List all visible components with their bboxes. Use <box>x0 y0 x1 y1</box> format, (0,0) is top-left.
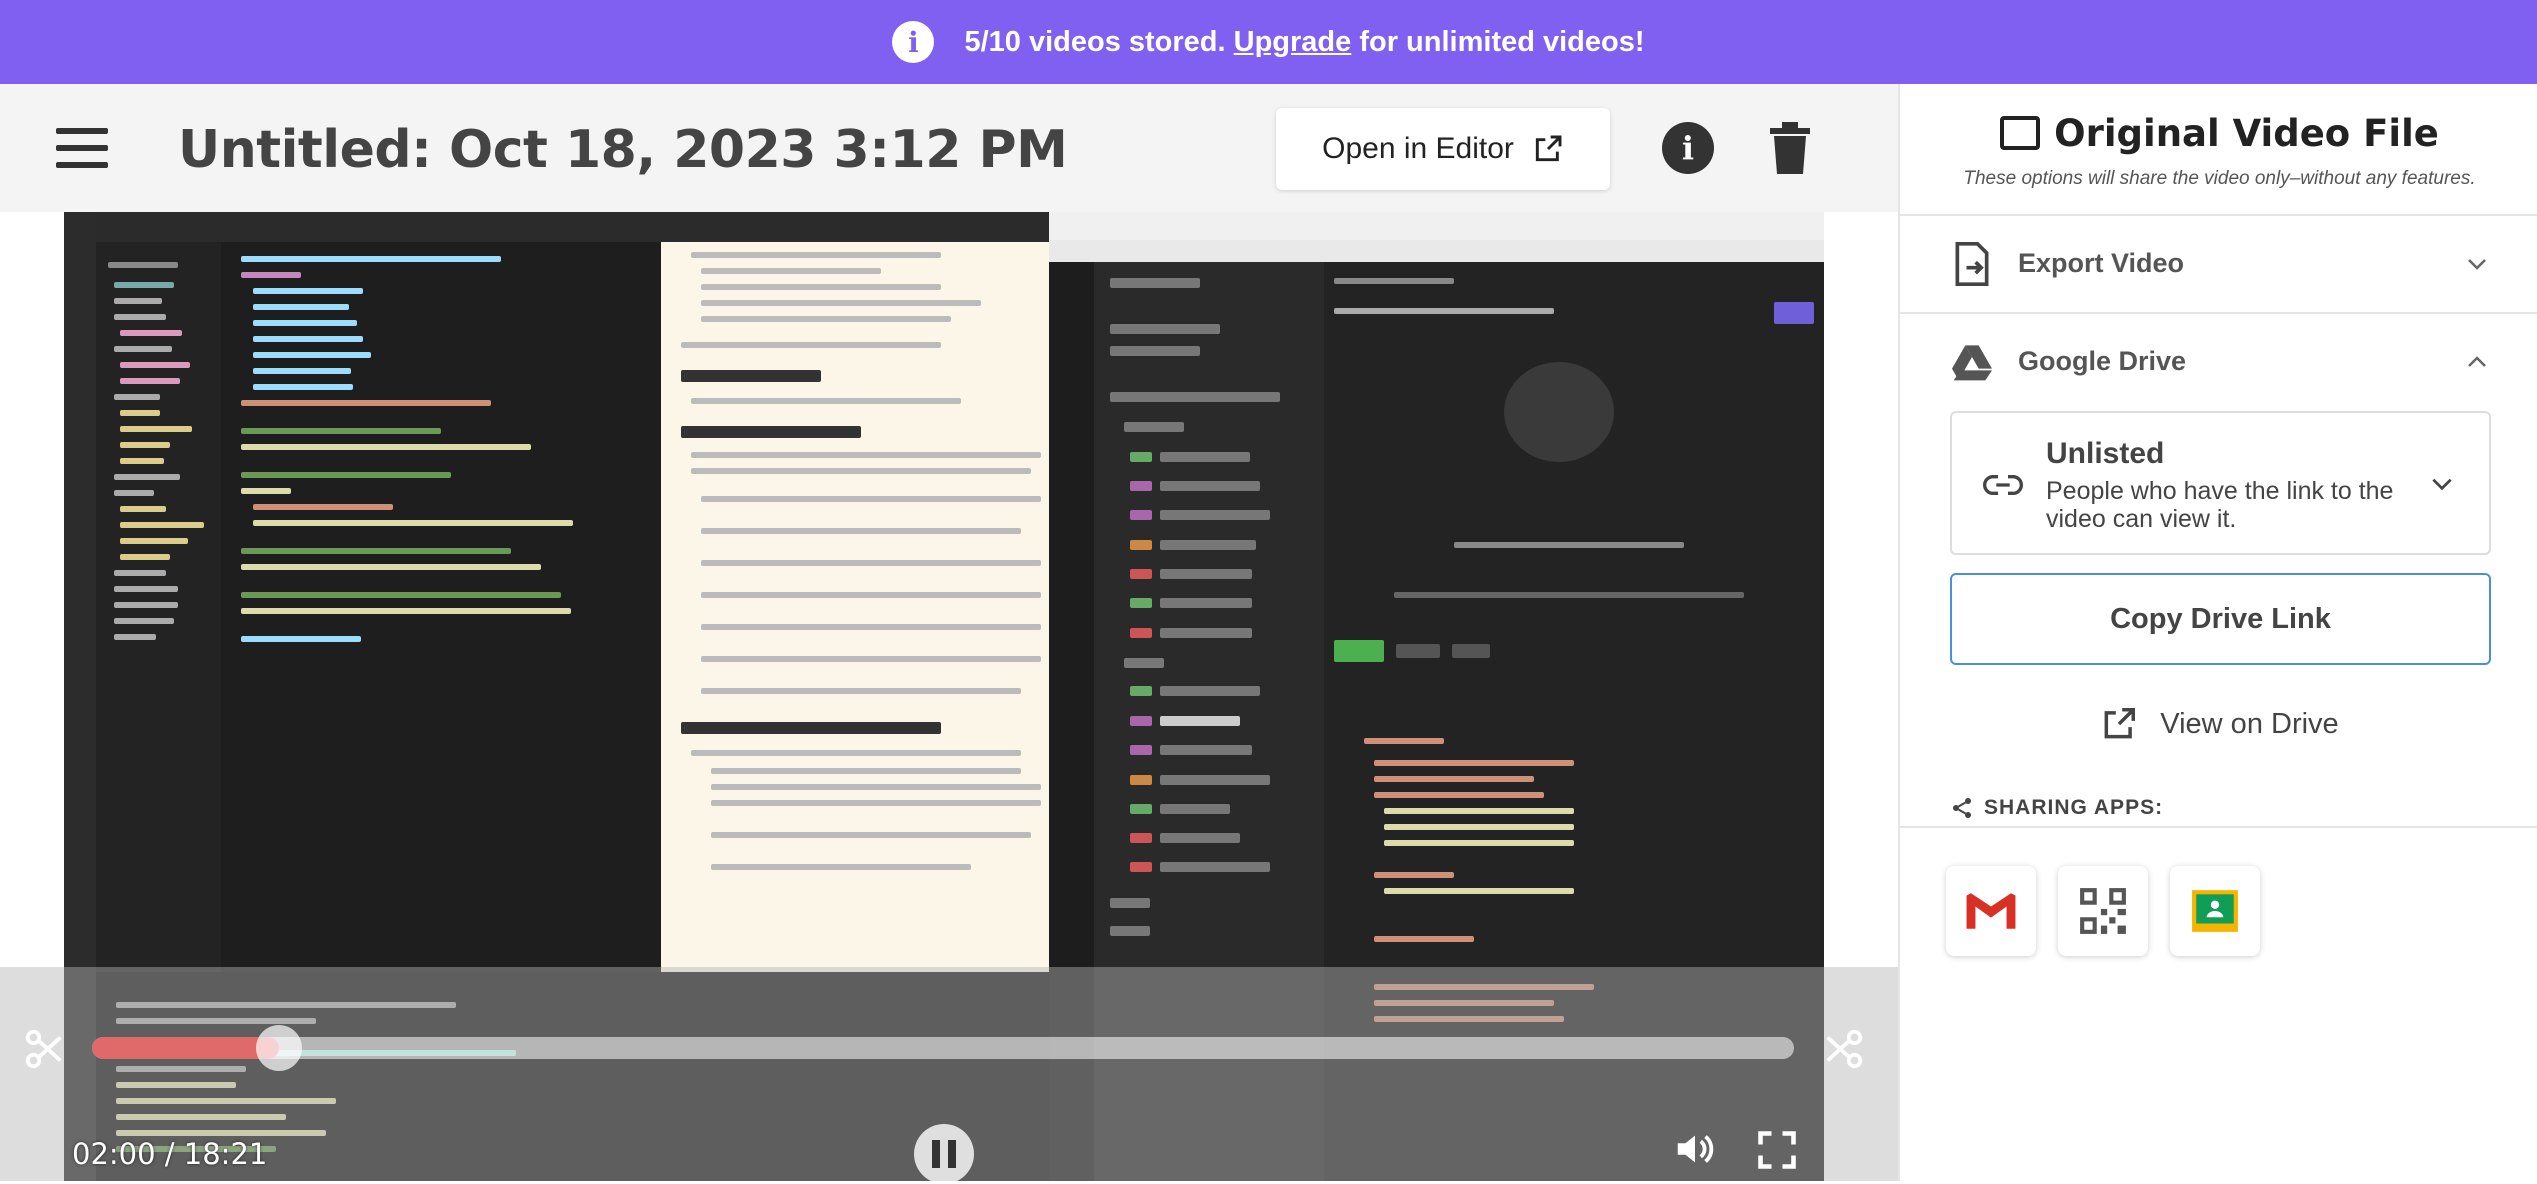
external-link-icon <box>1535 135 1562 162</box>
visibility-select[interactable]: Unlisted People who have the link to the… <box>1950 411 2491 555</box>
upgrade-link[interactable]: Upgrade <box>1234 26 1352 58</box>
timeline-played <box>92 1037 280 1059</box>
open-in-editor-button[interactable]: Open in Editor <box>1276 108 1610 190</box>
export-video-row[interactable]: Export Video <box>1900 214 2537 312</box>
chevron-down-icon <box>2432 478 2452 491</box>
video-header: Untitled: Oct 18, 2023 3:12 PM Open in E… <box>0 84 1898 212</box>
trash-icon[interactable] <box>1770 122 1810 174</box>
copy-drive-link-button[interactable]: Copy Drive Link <box>1950 573 2491 665</box>
gmail-icon <box>1966 893 2016 929</box>
banner-suffix: for unlimited videos! <box>1359 25 1645 58</box>
playback-time: 02:00 / 18:21 <box>72 1137 268 1171</box>
instructions-preview <box>661 242 1049 1042</box>
chevron-up-icon <box>2468 356 2486 367</box>
volume-icon[interactable] <box>1670 1126 1720 1172</box>
chevron-down-icon <box>2468 259 2486 270</box>
video-timeline[interactable] <box>92 1025 1794 1071</box>
banner-prefix: 5/10 videos stored. <box>964 25 1226 58</box>
qr-code-share-button[interactable] <box>2058 866 2148 956</box>
visibility-description: People who have the link to the video ca… <box>2046 477 2394 533</box>
sidebar-note: These options will share the video only–… <box>1963 168 2476 189</box>
menu-icon[interactable] <box>56 128 108 168</box>
video-info-icon[interactable]: i <box>1662 122 1714 174</box>
sharing-apps-heading: SHARING APPS: <box>1950 796 2163 820</box>
qr-code-icon <box>2080 888 2126 934</box>
google-drive-label: Google Drive <box>2018 346 2187 376</box>
film-icon <box>2000 116 2041 150</box>
upgrade-banner: i 5/10 videos stored. Upgrade for unlimi… <box>0 0 2537 84</box>
google-classroom-share-button[interactable] <box>2170 866 2260 956</box>
file-export-icon <box>1955 242 1989 286</box>
external-link-icon <box>2104 708 2136 739</box>
google-drive-row[interactable]: Google Drive <box>1900 312 2537 410</box>
info-icon: i <box>892 21 935 63</box>
view-on-drive-link[interactable]: View on Drive <box>1900 684 2537 764</box>
google-classroom-icon <box>2192 890 2238 932</box>
google-drive-icon <box>1952 345 1992 381</box>
trim-end-icon[interactable] <box>1820 1026 1866 1072</box>
fullscreen-icon[interactable] <box>1752 1128 1802 1172</box>
share-sidebar: Original Video File These options will s… <box>1898 84 2537 1181</box>
vscode-explorer <box>96 242 221 1042</box>
open-in-editor-label: Open in Editor <box>1322 132 1514 165</box>
gmail-share-button[interactable] <box>1946 866 2036 956</box>
share-icon <box>1953 798 1971 818</box>
trim-start-icon[interactable] <box>22 1026 68 1072</box>
pause-button[interactable] <box>914 1124 974 1184</box>
video-title[interactable]: Untitled: Oct 18, 2023 3:12 PM <box>178 120 1068 180</box>
visibility-title: Unlisted <box>2046 437 2165 470</box>
view-on-drive-label: View on Drive <box>2160 707 2339 740</box>
sidebar-title: Original Video File <box>1900 112 2537 155</box>
vscode-editor <box>221 242 661 1042</box>
banner-text: 5/10 videos stored. Upgrade for unlimite… <box>964 26 1644 59</box>
timeline-scrubber[interactable] <box>256 1025 303 1071</box>
link-icon <box>1983 475 2023 495</box>
export-video-label: Export Video <box>2018 248 2185 278</box>
